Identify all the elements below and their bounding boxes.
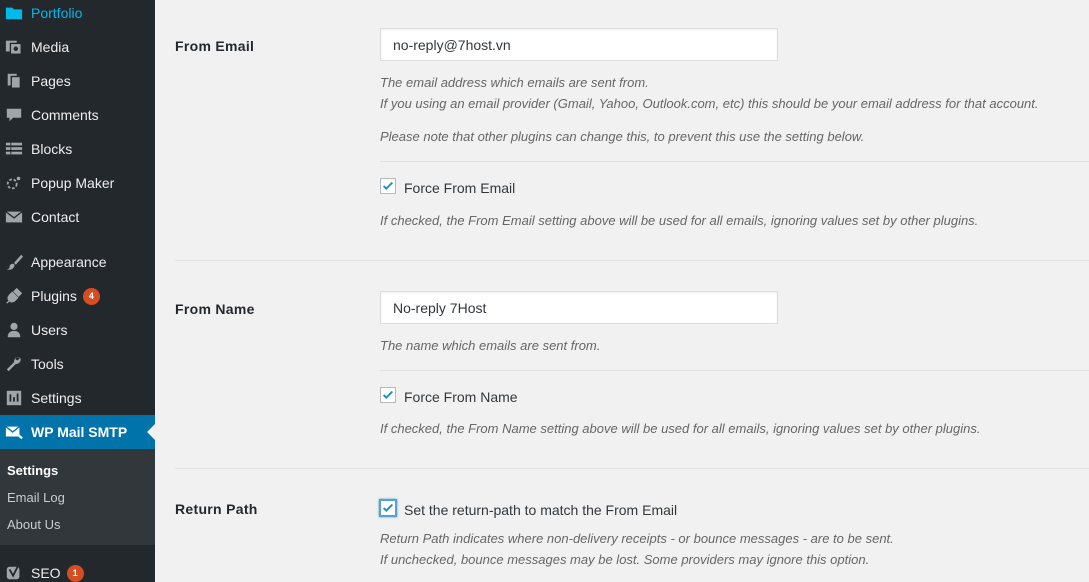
sidebar-item-label: Contact [31, 209, 80, 225]
from-name-description: The name which emails are sent from. [380, 338, 601, 353]
sidebar-item-media[interactable]: Media [0, 30, 155, 64]
settings-form: From Email The email address which email… [155, 0, 1089, 582]
settings-icon [4, 388, 24, 408]
sidebar-item-label: SEO [31, 565, 61, 581]
sidebar-item-label: Popup Maker [31, 175, 115, 191]
sidebar-item-comments[interactable]: Comments [0, 98, 155, 132]
force-from-name-checkbox[interactable] [380, 387, 396, 403]
sidebar-item-plugins[interactable]: Plugins 4 [0, 279, 155, 313]
force-from-name-label[interactable]: Force From Name [404, 389, 518, 405]
from-email-note: Please note that other plugins can chang… [380, 129, 865, 144]
from-name-input[interactable] [380, 291, 778, 324]
sidebar-item-label: Tools [31, 356, 64, 372]
plugins-update-badge: 4 [82, 287, 100, 305]
sidebar-item-blocks[interactable]: Blocks [0, 132, 155, 166]
sidebar-item-wp-mail-smtp[interactable]: WP Mail SMTP [0, 415, 155, 449]
section-divider [175, 468, 1089, 469]
wrench-icon [4, 354, 24, 374]
force-from-email-description: If checked, the From Email setting above… [380, 213, 979, 228]
mail-smtp-icon [4, 422, 24, 442]
sidebar-item-tools[interactable]: Tools [0, 347, 155, 381]
section-divider [175, 260, 1089, 261]
force-from-name-description: If checked, the From Name setting above … [380, 421, 981, 436]
checkmark-icon [382, 503, 394, 512]
force-from-email-label[interactable]: Force From Email [404, 180, 515, 196]
sidebar-item-label: Portfolio [31, 5, 83, 21]
checkmark-icon [382, 390, 394, 399]
sidebar-item-popup-maker[interactable]: Popup Maker [0, 166, 155, 200]
return-path-description: Return Path indicates where non-delivery… [380, 531, 894, 546]
return-path-label: Return Path [175, 501, 258, 517]
sidebar-item-label: Plugins [31, 288, 77, 304]
plugins-icon [4, 286, 24, 306]
comments-icon [4, 105, 24, 125]
sidebar-item-label: Blocks [31, 141, 73, 157]
sidebar-item-label: Appearance [31, 254, 107, 270]
from-email-label: From Email [175, 38, 255, 54]
media-icon [4, 37, 24, 57]
popup-maker-icon [4, 173, 24, 193]
folder-icon [4, 3, 24, 23]
sidebar-item-seo[interactable]: SEO 1 [0, 556, 155, 582]
sidebar-item-pages[interactable]: Pages [0, 64, 155, 98]
force-from-email-checkbox[interactable] [380, 178, 396, 194]
from-email-input[interactable] [380, 28, 778, 61]
sidebar-item-appearance[interactable]: Appearance [0, 245, 155, 279]
sidebar-item-label: Pages [31, 73, 71, 89]
admin-sidebar: Portfolio Media Pages Comments Blocks Po… [0, 0, 155, 582]
checkmark-icon [382, 181, 394, 190]
from-email-provider-description: If you using an email provider (Gmail, Y… [380, 96, 1039, 111]
submenu-item-about-us[interactable]: About Us [7, 517, 60, 532]
from-email-description: The email address which emails are sent … [380, 75, 649, 90]
return-path-checkbox[interactable] [380, 500, 396, 516]
sidebar-item-label: WP Mail SMTP [31, 424, 128, 440]
sidebar-item-portfolio[interactable]: Portfolio [0, 0, 155, 30]
sidebar-item-settings[interactable]: Settings [0, 381, 155, 415]
divider [380, 370, 1089, 371]
seo-notification-badge: 1 [66, 564, 84, 582]
users-icon [4, 320, 24, 340]
divider [380, 161, 1089, 162]
wp-mail-smtp-submenu: Settings Email Log About Us [0, 449, 155, 545]
sidebar-item-label: Settings [31, 390, 82, 406]
yoast-icon [4, 563, 24, 582]
sidebar-item-label: Media [31, 39, 70, 55]
pages-icon [4, 71, 24, 91]
from-name-label: From Name [175, 301, 255, 317]
mail-icon [4, 207, 24, 227]
sidebar-item-label: Users [31, 322, 68, 338]
paintbrush-icon [4, 252, 24, 272]
sidebar-item-label: Comments [31, 107, 99, 123]
submenu-item-email-log[interactable]: Email Log [7, 490, 65, 505]
sidebar-item-contact[interactable]: Contact [0, 200, 155, 234]
return-path-checkbox-label[interactable]: Set the return-path to match the From Em… [404, 502, 677, 518]
sidebar-item-users[interactable]: Users [0, 313, 155, 347]
submenu-item-settings[interactable]: Settings [7, 463, 58, 478]
return-path-warning: If unchecked, bounce messages may be los… [380, 552, 870, 567]
blocks-icon [4, 139, 24, 159]
